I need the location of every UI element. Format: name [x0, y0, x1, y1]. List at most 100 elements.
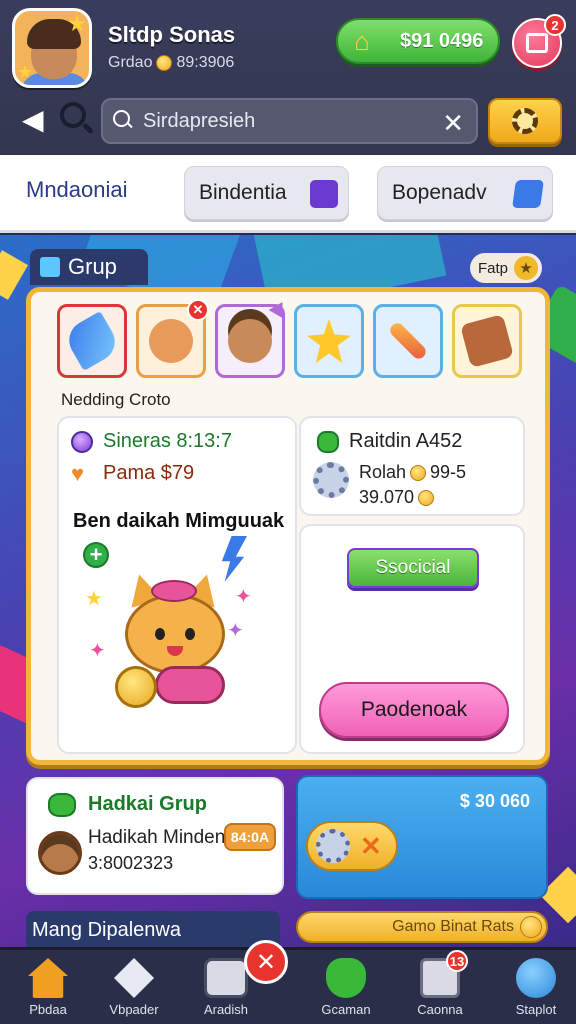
- player-avatar[interactable]: ★ ★: [12, 8, 92, 88]
- cat-bow: [151, 580, 197, 602]
- back-button[interactable]: ◀: [22, 106, 46, 134]
- tab-main[interactable]: Mndaoniai: [26, 177, 128, 203]
- character-icon: [228, 319, 272, 363]
- coin-icon: [410, 464, 427, 481]
- reward-box: $ 30 060 ✕: [296, 775, 548, 899]
- action-card: Ssocicial Paodenoak: [299, 524, 525, 754]
- nav-label: Staplot: [515, 1002, 557, 1017]
- flag-icon: [40, 257, 60, 277]
- chart-icon: [310, 180, 338, 208]
- nav-item-game[interactable]: Gcaman: [298, 958, 394, 1024]
- nav-item-profile[interactable]: Staplot: [488, 958, 576, 1024]
- tab-chip-label: Bindentia: [199, 181, 287, 204]
- slime-icon: [326, 958, 366, 998]
- member-card-title: Hadkai Grup: [88, 793, 207, 815]
- flag-icon: [268, 297, 290, 319]
- item-slot-girl[interactable]: ✕: [136, 299, 209, 378]
- stats-line-2: 39.070: [359, 487, 466, 508]
- close-icon: ✕: [360, 830, 382, 861]
- stats-title: Raitdin A452: [349, 430, 463, 452]
- edit-icon: [512, 180, 544, 208]
- fatp-label: Fatp: [478, 259, 509, 277]
- nav-item-home[interactable]: Pbdaa: [0, 958, 96, 1024]
- sparkle-icon: ✦: [89, 640, 106, 662]
- tab-chip-bindentia[interactable]: Bindentia: [184, 166, 349, 220]
- item-slot-rocket[interactable]: [373, 304, 443, 378]
- avatar: [38, 831, 82, 875]
- fatp-badge[interactable]: Fatp ★: [470, 253, 543, 283]
- stats-line-2-text: 39.070: [359, 487, 415, 507]
- settings-button[interactable]: [488, 98, 562, 144]
- nav-item-camera[interactable]: Caonna 13: [392, 950, 488, 1024]
- game-stage: Grup Fatp ★ ✕ Nedding Croto Sineras 8:13…: [0, 235, 576, 947]
- home-icon: [28, 958, 68, 998]
- add-icon[interactable]: +: [83, 542, 109, 568]
- reward-amount: $ 30 060: [459, 791, 530, 811]
- close-icon[interactable]: ✕: [244, 940, 288, 984]
- coin-icon: [520, 916, 542, 938]
- stats-line-1: Rolah 99-5: [359, 462, 466, 483]
- store-button[interactable]: 2: [512, 14, 566, 68]
- search-icon[interactable]: [58, 100, 95, 136]
- item-slot-wand[interactable]: [57, 304, 127, 378]
- star-icon: ★: [17, 62, 34, 82]
- tab-chip-bopenadv[interactable]: Bopenadv: [377, 166, 553, 220]
- currency-button[interactable]: ⌂ $91 0496: [336, 18, 500, 64]
- item-slot-star[interactable]: [294, 304, 364, 378]
- star-icon: ★: [67, 11, 87, 36]
- star-icon: ★: [514, 256, 539, 280]
- tab-chip-label: Bopenadv: [392, 181, 487, 204]
- member-number: 3:8002323: [88, 853, 174, 873]
- bear-icon: [460, 314, 514, 368]
- slime-icon: [48, 793, 76, 817]
- nav-label: Pbdaa: [29, 1002, 67, 1017]
- stats-detail: Rolah 99-5 39.070: [313, 462, 466, 508]
- nav-label: Vbpader: [109, 1002, 159, 1017]
- group-tab[interactable]: Grup: [30, 249, 148, 285]
- bottom-nav: Pbdaa Vbpader Aradish Gcaman Caonna 13 S…: [0, 947, 576, 1024]
- stats-line-1-value: 99-5: [430, 462, 467, 482]
- section-tab[interactable]: Mang Dipalenwa: [26, 911, 280, 947]
- pink-action-button[interactable]: Paodenoak: [319, 682, 509, 738]
- group-panel: ✕ Nedding Croto Sineras 8:13:7 ♥ Pama $7…: [26, 287, 550, 765]
- nav-label: Caonna: [417, 1002, 463, 1017]
- group-member-card[interactable]: Hadkai Grup Hadikah Minden 3:8002323 84:…: [26, 777, 284, 895]
- store-icon: [526, 33, 548, 53]
- shop-icon: [204, 958, 248, 998]
- item-slot-bear[interactable]: [452, 304, 522, 378]
- group-tab-label: Grup: [68, 254, 117, 279]
- items-label: Nedding Croto: [61, 390, 171, 409]
- nav-label: Aradish: [203, 1002, 249, 1017]
- claim-button[interactable]: ✕: [306, 821, 398, 871]
- gear-icon: [313, 462, 349, 498]
- game-bar-label: Gamo Binat Rats: [392, 918, 514, 935]
- nav-badge: 13: [446, 950, 468, 972]
- member-name: Hadikah Minden: [88, 827, 226, 848]
- game-bar[interactable]: Gamo Binat Rats: [296, 911, 548, 943]
- cat-body: [155, 666, 225, 704]
- item-slot-boy[interactable]: [215, 297, 290, 378]
- gear-icon: [316, 829, 350, 863]
- search-input[interactable]: [143, 109, 433, 133]
- character-icon: [149, 319, 193, 363]
- wand-icon: [61, 310, 123, 372]
- special-button[interactable]: Ssocicial: [347, 548, 479, 588]
- player-name: Sltdp Sonas: [108, 22, 236, 47]
- heart-icon: ♥: [71, 460, 85, 486]
- remove-icon[interactable]: ✕: [187, 299, 209, 321]
- coin-icon: [418, 489, 435, 506]
- clear-icon[interactable]: ✕: [442, 108, 464, 139]
- store-badge: 2: [544, 14, 566, 36]
- rocket-icon: [387, 320, 429, 362]
- player-sub-value: 89:3906: [176, 54, 235, 71]
- member-badge: 84:0A: [224, 823, 276, 851]
- globe-icon: [516, 958, 556, 998]
- top-header: ★ ★ Sltdp Sonas Grdao 89:3906 ⌂ $91 0496…: [0, 0, 576, 155]
- tab-strip: Mndaoniai Bindentia Bopenadv: [0, 155, 576, 233]
- star-icon: [307, 319, 351, 363]
- nav-item-upgrade[interactable]: Vbpader: [86, 958, 182, 1024]
- cat-head: [125, 594, 225, 674]
- background-shape: [0, 250, 28, 300]
- magnifier-icon: [113, 110, 135, 132]
- sparkle-icon: ✦: [235, 586, 252, 608]
